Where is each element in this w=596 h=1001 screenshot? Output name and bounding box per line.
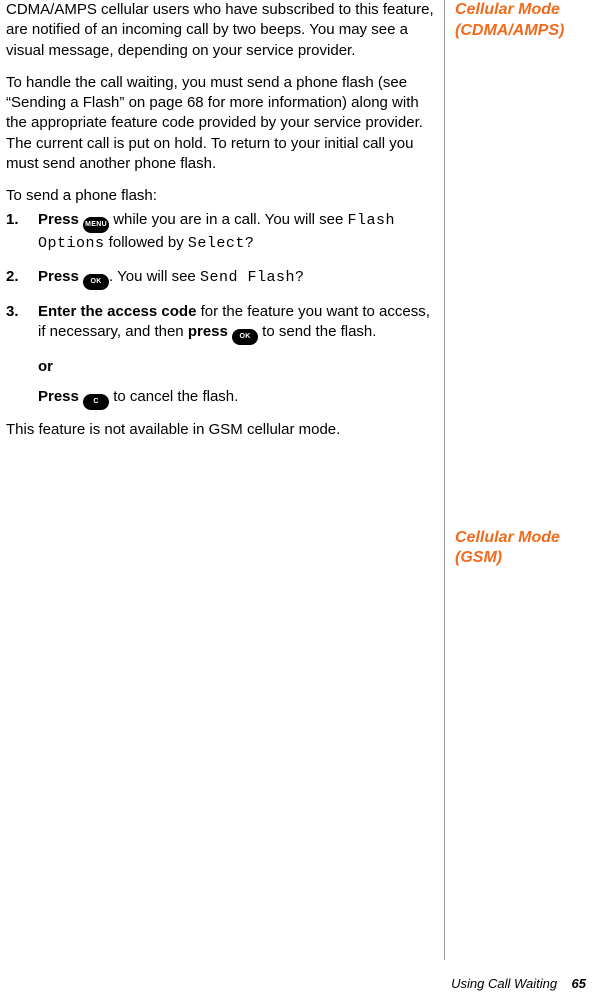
step-text: . You will see — [109, 268, 200, 285]
ok-icon: OK — [232, 329, 258, 345]
step-text: to send the flash. — [258, 323, 376, 340]
annotation-cdma: Cellular Mode (CDMA/AMPS) — [455, 0, 577, 42]
step-text: while you are in a call. You will see — [109, 211, 347, 228]
c-icon: C — [83, 394, 109, 410]
step-3: 3. Enter the access code for the feature… — [30, 302, 434, 345]
display-text: Select? — [188, 235, 255, 252]
step-text: to cancel the flash. — [109, 388, 238, 405]
alt-step: Press C to cancel the flash. — [6, 387, 434, 410]
page-number: 65 — [572, 976, 586, 991]
step-2: 2. Press OK. You will see Send Flash? — [30, 267, 434, 290]
action-verb: Press — [38, 268, 83, 285]
step-number: 2. — [6, 267, 19, 287]
step-list: 1. Press MENU while you are in a call. Y… — [6, 210, 434, 345]
footer-title: Using Call Waiting — [451, 976, 557, 991]
menu-icon: MENU — [83, 217, 109, 233]
action-verb: Press — [38, 388, 83, 405]
or-label: or — [6, 357, 434, 377]
step-1: 1. Press MENU while you are in a call. Y… — [30, 210, 434, 254]
side-annotations: Cellular Mode (CDMA/AMPS) Cellular Mode … — [445, 0, 581, 960]
main-content: CDMA/AMPS cellular users who have subscr… — [0, 0, 445, 960]
page-footer: Using Call Waiting 65 — [451, 975, 596, 993]
action-verb: press — [188, 323, 232, 340]
step-number: 1. — [6, 210, 19, 230]
action-verb: Enter the access code — [38, 303, 196, 320]
ok-icon: OK — [83, 274, 109, 290]
annotation-gsm: Cellular Mode (GSM) — [455, 528, 577, 570]
intro-paragraph-1: CDMA/AMPS cellular users who have subscr… — [6, 0, 434, 61]
step-text: followed by — [105, 234, 188, 251]
gsm-note: This feature is not available in GSM cel… — [6, 420, 434, 440]
lead-in-text: To send a phone flash: — [6, 186, 434, 206]
action-verb: Press — [38, 211, 83, 228]
display-text: Send Flash? — [200, 269, 305, 286]
step-number: 3. — [6, 302, 19, 322]
intro-paragraph-2: To handle the call waiting, you must sen… — [6, 73, 434, 174]
